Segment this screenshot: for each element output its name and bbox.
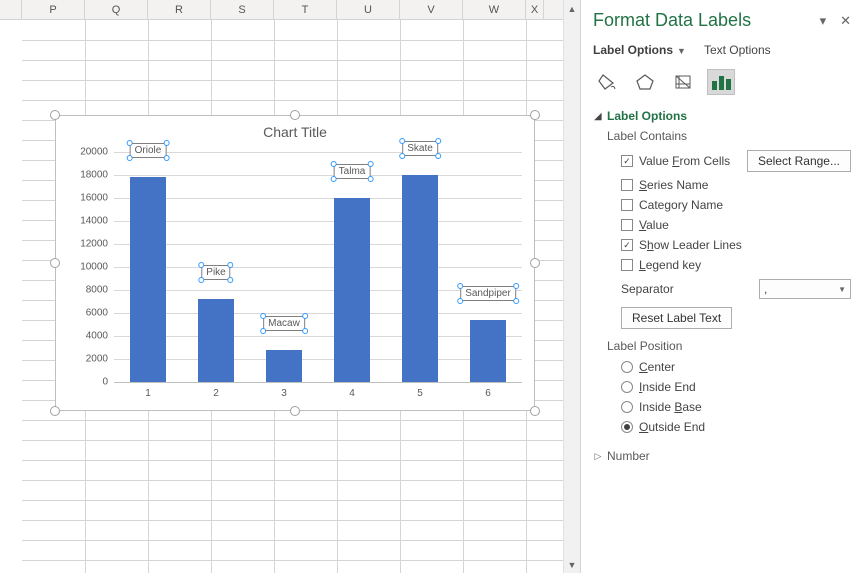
column-header[interactable]: R [148, 0, 211, 19]
pos-inside-end[interactable]: Inside End [593, 377, 851, 397]
column-header[interactable]: T [274, 0, 337, 19]
opt-value[interactable]: Value [593, 215, 851, 235]
fill-line-icon[interactable] [593, 69, 621, 95]
y-axis-tick: 0 [102, 377, 108, 388]
format-category-icons [593, 65, 851, 105]
checkbox-icon[interactable] [621, 199, 633, 211]
chart-resize-handle[interactable] [530, 110, 540, 120]
opt-value-from-cells[interactable]: ✓ Value From Cells Select Range... [593, 147, 851, 175]
pane-close-icon[interactable]: ✕ [840, 13, 851, 29]
label-contains-header: Label Contains [593, 127, 851, 147]
y-axis-tick: 2000 [86, 354, 108, 365]
column-header[interactable]: S [211, 0, 274, 19]
y-axis-tick: 4000 [86, 331, 108, 342]
separator-label: Separator [621, 282, 747, 296]
reset-label-text-button[interactable]: Reset Label Text [621, 307, 732, 329]
y-axis-tick: 6000 [86, 308, 108, 319]
data-label[interactable]: Skate [402, 141, 438, 156]
y-axis-tick: 8000 [86, 285, 108, 296]
select-range-button[interactable]: Select Range... [747, 150, 851, 172]
chart-resize-handle[interactable] [290, 406, 300, 416]
radio-icon[interactable] [621, 401, 633, 413]
chart-resize-handle[interactable] [50, 406, 60, 416]
x-axis-category: 5 [417, 388, 423, 399]
data-label[interactable]: Sandpiper [460, 286, 516, 301]
vertical-scrollbar[interactable]: ▲ ▼ [563, 0, 580, 573]
opt-show-leader-lines[interactable]: ✓ Show Leader Lines [593, 235, 851, 255]
x-axis-category: 4 [349, 388, 355, 399]
bar[interactable] [266, 350, 302, 382]
checkbox-icon[interactable] [621, 259, 633, 271]
checkbox-icon[interactable]: ✓ [621, 239, 633, 251]
size-properties-icon[interactable] [669, 69, 697, 95]
chart-resize-handle[interactable] [530, 258, 540, 268]
chart-resize-handle[interactable] [290, 110, 300, 120]
chevron-down-icon: ▼ [838, 285, 846, 294]
y-axis-tick: 14000 [80, 216, 108, 227]
pos-outside-end[interactable]: Outside End [593, 417, 851, 437]
column-header[interactable]: X [526, 0, 544, 19]
embedded-chart[interactable]: Chart Title 0200040006000800010000120001… [55, 115, 535, 411]
section-number[interactable]: ▷ Number [593, 445, 851, 467]
data-label[interactable]: Oriole [130, 143, 167, 158]
chart-resize-handle[interactable] [530, 406, 540, 416]
checkbox-icon[interactable]: ✓ [621, 155, 633, 167]
tab-text-options[interactable]: Text Options [704, 43, 771, 57]
x-axis-category: 2 [213, 388, 219, 399]
format-pane: Format Data Labels ▾ ✕ Label Options▼ Te… [580, 0, 863, 573]
select-all-corner[interactable] [0, 0, 22, 19]
data-label[interactable]: Talma [334, 164, 371, 179]
radio-icon[interactable] [621, 381, 633, 393]
scroll-down-icon[interactable]: ▼ [564, 556, 580, 573]
y-axis-tick: 18000 [80, 170, 108, 181]
x-axis-category: 3 [281, 388, 287, 399]
radio-icon[interactable] [621, 361, 633, 373]
label-position-header: Label Position [593, 337, 851, 357]
y-axis-tick: 20000 [80, 147, 108, 158]
pos-inside-base[interactable]: Inside Base [593, 397, 851, 417]
bar[interactable] [130, 177, 166, 382]
column-header[interactable]: V [400, 0, 463, 19]
column-header[interactable]: P [22, 0, 85, 19]
separator-select[interactable]: ,▼ [759, 279, 851, 299]
opt-series-name[interactable]: Series Name [593, 175, 851, 195]
plot-area[interactable]: 0200040006000800010000120001400016000180… [114, 152, 522, 382]
bar[interactable] [402, 175, 438, 382]
triangle-down-icon: ◢ [593, 111, 603, 122]
column-header[interactable]: Q [85, 0, 148, 19]
chevron-down-icon[interactable]: ▼ [677, 46, 686, 56]
checkbox-icon[interactable] [621, 179, 633, 191]
bar[interactable] [334, 198, 370, 382]
data-label[interactable]: Pike [201, 265, 230, 280]
pos-center[interactable]: Center [593, 357, 851, 377]
chart-resize-handle[interactable] [50, 110, 60, 120]
y-axis-tick: 10000 [80, 262, 108, 273]
column-header-row: PQRSTUVWX [0, 0, 580, 20]
data-label[interactable]: Macaw [263, 316, 305, 331]
chart-resize-handle[interactable] [50, 258, 60, 268]
bar[interactable] [198, 299, 234, 382]
x-axis-category: 6 [485, 388, 491, 399]
spreadsheet-area: PQRSTUVWX ▲ ▼ Chart Title 02000400060008… [0, 0, 580, 573]
triangle-right-icon: ▷ [593, 451, 603, 462]
x-axis-category: 1 [145, 388, 151, 399]
effects-icon[interactable] [631, 69, 659, 95]
section-label-options[interactable]: ◢ Label Options [593, 105, 851, 127]
y-axis-tick: 12000 [80, 239, 108, 250]
label-options-icon[interactable] [707, 69, 735, 95]
checkbox-icon[interactable] [621, 219, 633, 231]
opt-legend-key[interactable]: Legend key [593, 255, 851, 275]
bar[interactable] [470, 320, 506, 382]
column-header[interactable]: W [463, 0, 526, 19]
y-axis-tick: 16000 [80, 193, 108, 204]
opt-category-name[interactable]: Category Name [593, 195, 851, 215]
pane-options-icon[interactable]: ▾ [820, 13, 827, 29]
tab-label-options[interactable]: Label Options▼ [593, 43, 686, 57]
scroll-thumb[interactable] [564, 17, 580, 556]
radio-icon[interactable] [621, 421, 633, 433]
scroll-up-icon[interactable]: ▲ [564, 0, 580, 17]
pane-title: Format Data Labels [593, 10, 820, 31]
column-header[interactable]: U [337, 0, 400, 19]
